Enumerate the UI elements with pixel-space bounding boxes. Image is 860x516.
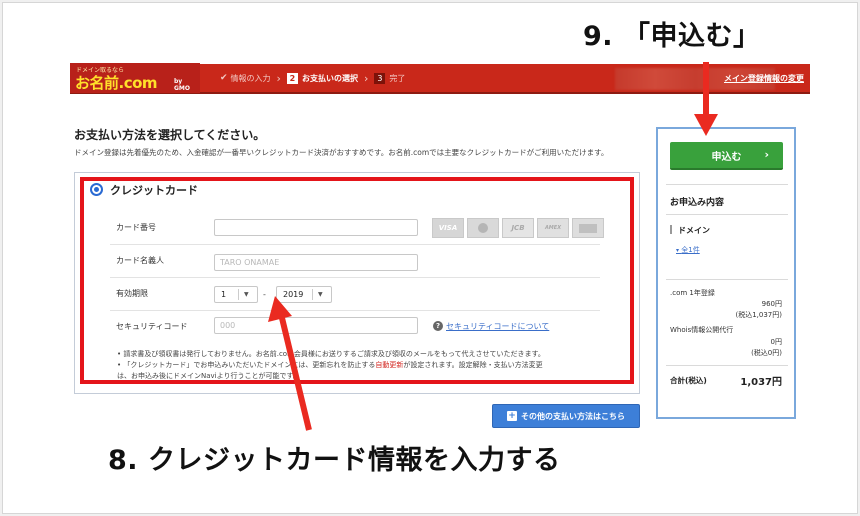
chevron-right-icon: › <box>363 71 369 85</box>
divider <box>666 365 788 366</box>
credit-card-label: クレジットカード <box>110 184 198 197</box>
card-number-row: カード番号 VISA JCB AMEX <box>110 212 604 245</box>
divider <box>666 184 788 185</box>
domain-heading: ドメイン <box>670 225 710 236</box>
divider <box>666 214 788 215</box>
security-code-input[interactable]: 000 <box>214 317 418 334</box>
expiry-separator: - <box>263 290 266 299</box>
diners-icon <box>572 218 604 238</box>
card-holder-input[interactable]: TARO ONAMAE <box>214 254 418 271</box>
page-description: ドメイン登録は先着優先のため、入金確認が一番早いクレジットカード決済がおすすめで… <box>74 148 609 157</box>
card-brand-list: VISA JCB AMEX <box>432 218 604 238</box>
logo-text: お名前.com <box>75 74 158 92</box>
visa-icon: VISA <box>432 218 464 238</box>
jcb-icon: JCB <box>502 218 534 238</box>
apply-button[interactable]: 申込む › <box>670 142 783 170</box>
callout-step9: 9. 「申込む」 <box>583 21 761 52</box>
security-code-help-link[interactable]: セキュリティコードについて <box>446 321 549 332</box>
order-item-name: .com 1年登録 <box>670 289 715 297</box>
order-item-name: Whois情報公開代行 <box>670 326 734 334</box>
expiry-month-select[interactable]: 1 ▼ <box>214 286 258 303</box>
checkmark-icon: ✔ <box>220 73 228 83</box>
step-indicator: ✔ 情報の入力 › 2 お支払いの選択 › 3 完了 <box>220 72 411 85</box>
other-payment-methods-label: その他の支払い方法はこちら <box>521 411 625 421</box>
summary-title: お申込み内容 <box>670 198 725 208</box>
order-summary-sidebar: 申込む › お申込み内容 ドメイン ▾ 全1件 .com 1年登録 960円 (… <box>656 127 796 419</box>
apply-button-label: 申込む <box>711 151 742 163</box>
step-3-label: 完了 <box>389 73 406 83</box>
divider <box>666 279 788 280</box>
logo-gmo: by GMO <box>174 78 190 92</box>
other-payment-methods-button[interactable]: + その他の支払い方法はこちら <box>492 404 640 428</box>
chevron-down-icon: ▼ <box>244 291 249 298</box>
step-3: 3 完了 <box>374 72 406 84</box>
domain-info-link[interactable]: メイン登録情報の変更 <box>724 73 804 84</box>
expiry-year-select[interactable]: 2019 ▼ <box>276 286 332 303</box>
expiry-year-value: 2019 <box>283 290 304 299</box>
step-2-label: お支払いの選択 <box>301 73 358 83</box>
step-2: 2 お支払いの選択 <box>286 72 358 84</box>
domain-count-link[interactable]: ▾ 全1件 <box>676 245 700 255</box>
step-2-number: 2 <box>286 72 298 84</box>
plus-icon: + <box>507 411 517 421</box>
note-line-3: は、お申込み後にドメインNaviより行うことが可能です。 <box>117 372 300 380</box>
total-value: 1,037円 <box>740 377 782 388</box>
step-1: ✔ 情報の入力 <box>220 73 271 84</box>
chevron-down-icon: ▼ <box>318 291 323 298</box>
page-title: お支払い方法を選択してください。 <box>74 128 266 142</box>
expiry-label: 有効期限 <box>116 289 148 298</box>
note-line-2: • 「クレジットカード」でお申込みいただいたドメインには、更新忘れを防止する自動… <box>117 361 543 369</box>
header-bar: ドメイン取るなら お名前.com by GMO ✔ 情報の入力 › 2 お支払い… <box>70 63 810 94</box>
expiry-month-value: 1 <box>221 290 227 299</box>
note-line-1: • 請求書及び領収書は発行しておりません。お名前.com会員様にお送りするご請求… <box>117 350 545 358</box>
expiry-row: 有効期限 1 ▼ - 2019 ▼ <box>110 278 600 311</box>
mastercard-icon <box>467 218 499 238</box>
card-number-input[interactable] <box>214 219 418 236</box>
amex-icon: AMEX <box>537 218 569 238</box>
card-holder-label: カード名義人 <box>116 256 164 265</box>
credit-card-radio[interactable] <box>90 183 103 196</box>
total-label: 合計(税込) <box>670 376 707 385</box>
step-1-label: 情報の入力 <box>230 73 271 83</box>
order-item-price: 960円 (税込1,037円) <box>735 300 782 319</box>
security-code-row: セキュリティコード 000 ? セキュリティコードについて <box>110 311 600 344</box>
payment-notes: • 請求書及び領収書は発行しておりません。お名前.com会員様にお送りするご請求… <box>117 349 617 382</box>
security-code-label: セキュリティコード <box>116 322 188 331</box>
card-number-label: カード番号 <box>116 223 156 232</box>
auto-renew-link[interactable]: 自動更新 <box>375 361 403 369</box>
order-item-price: 0円 (税込0円) <box>751 338 782 357</box>
chevron-right-icon: › <box>764 148 769 161</box>
card-holder-row: カード名義人 TARO ONAMAE <box>110 245 600 278</box>
step-3-number: 3 <box>374 72 386 84</box>
question-icon: ? <box>433 321 443 331</box>
chevron-right-icon: › <box>276 71 281 85</box>
logo[interactable]: ドメイン取るなら お名前.com by GMO <box>70 63 200 93</box>
callout-step8: 8. クレジットカード情報を入力する <box>108 445 561 476</box>
